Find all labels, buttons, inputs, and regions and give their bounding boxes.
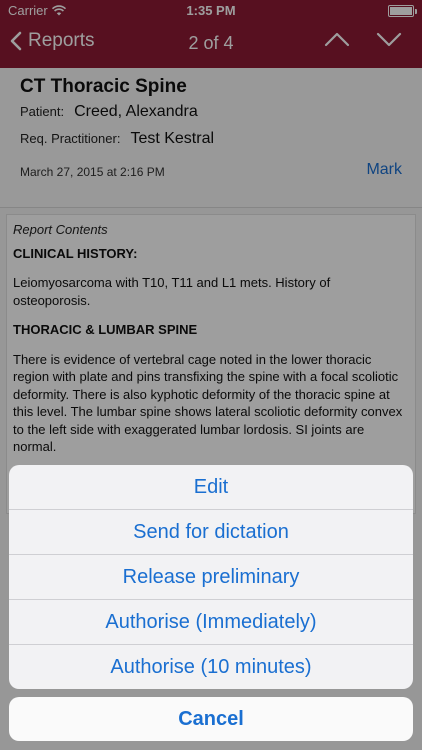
release-preliminary-button[interactable]: Release preliminary [9,555,413,600]
authorise-immediately-button[interactable]: Authorise (Immediately) [9,600,413,645]
send-for-dictation-button[interactable]: Send for dictation [9,510,413,555]
authorise-10-minutes-button[interactable]: Authorise (10 minutes) [9,645,413,689]
edit-button[interactable]: Edit [9,465,413,510]
action-sheet: Edit Send for dictation Release prelimin… [9,465,413,689]
cancel-button[interactable]: Cancel [9,697,413,741]
